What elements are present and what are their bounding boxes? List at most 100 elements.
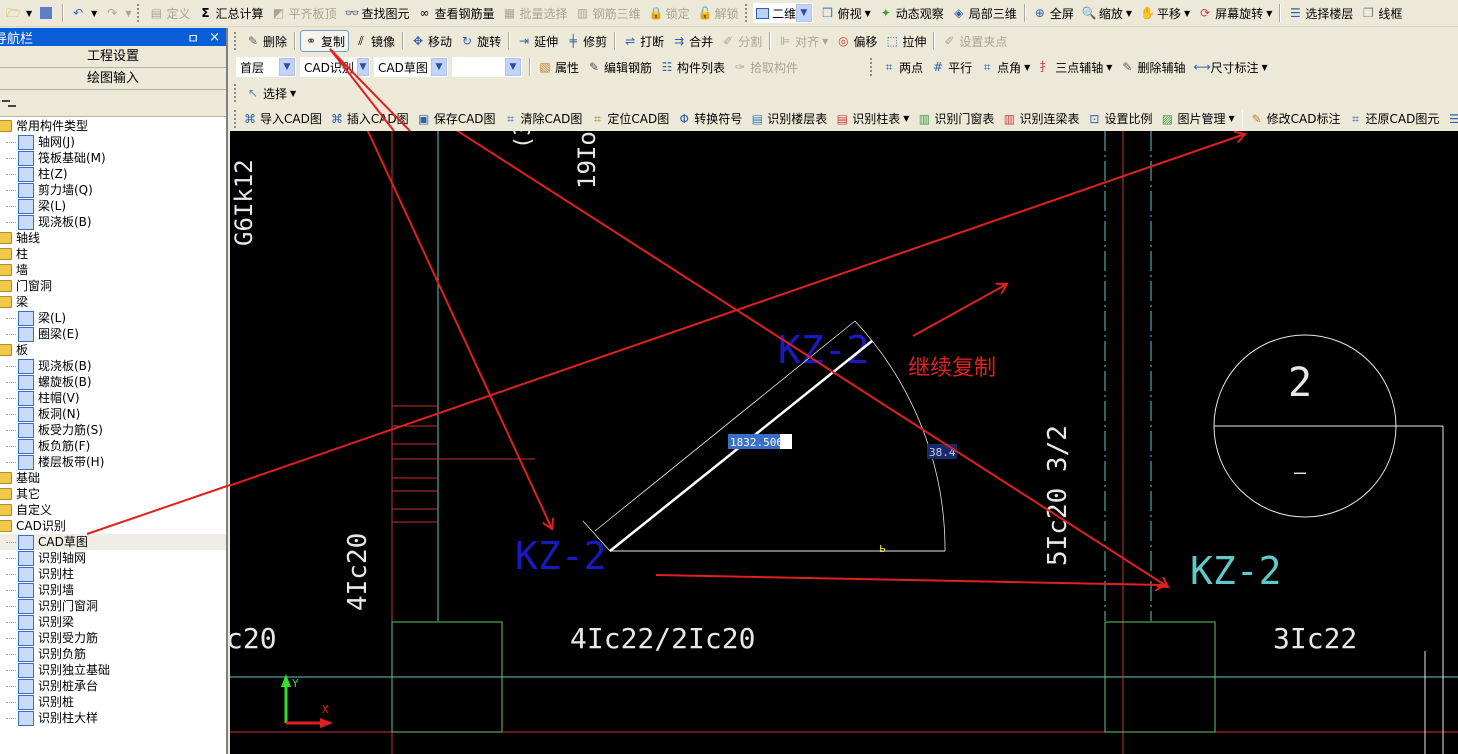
locate-cad-button[interactable]: ⌗ 定位CAD图 [587,109,672,129]
rotate-button[interactable]: ↻ 旋转 [457,31,504,51]
tree-item[interactable]: 柱(Z) [0,166,226,182]
type-select[interactable]: CAD草图 ▼ [374,57,448,77]
open-button[interactable]: 🗁 ▼ [3,3,35,23]
tree-item[interactable]: 识别桩 [0,694,226,710]
tree-folder[interactable]: 其它 [0,486,226,502]
tree-item[interactable]: 识别柱 [0,566,226,582]
tree-item[interactable]: 识别柱大样 [0,710,226,726]
tree-item[interactable]: 现浇板(B) [0,358,226,374]
tree-item[interactable]: 识别门窗洞 [0,598,226,614]
tree-item[interactable]: 轴网(J) [0,134,226,150]
identify-column-table-button[interactable]: ▤ 识别柱表 ▼ [832,109,912,129]
toolbar-grip[interactable] [870,58,875,76]
tree-folder[interactable]: CAD识别 [0,518,226,534]
tree-item[interactable]: 识别受力筋 [0,630,226,646]
component-select[interactable]: ▼ [452,57,522,77]
tree-item[interactable]: 识别梁 [0,614,226,630]
modify-cad-label-button[interactable]: ✎ 修改CAD标注 [1247,109,1344,129]
tree-item[interactable]: 筏板基础(M) [0,150,226,166]
select-button[interactable]: ↖ 选择 ▼ [243,83,299,103]
tree-folder[interactable]: 自定义 [0,502,226,518]
top-view-button[interactable]: ❒ 俯视 ▼ [818,3,874,23]
identify-door-window-table-button[interactable]: ▥ 识别门窗表 [914,109,997,129]
edit-rebar-button[interactable]: ✎ 编辑钢筋 [584,57,655,77]
parallel-button[interactable]: # 平行 [928,57,975,77]
point-angle-button[interactable]: ⌗ 点角 ▼ [977,57,1033,77]
three-point-axis-button[interactable]: ⺘三点辅轴 ▼ [1035,57,1115,77]
define-button[interactable]: ▤ 定义 [146,3,193,23]
tree-item[interactable]: 识别桩承台 [0,678,226,694]
toolbar-grip[interactable] [234,32,239,50]
tree-item[interactable]: 现浇板(B) [0,214,226,230]
find-element-button[interactable]: 👓 查找图元 [342,3,413,23]
toolbar-grip[interactable] [234,109,236,128]
tree-item[interactable]: 识别轴网 [0,550,226,566]
delete-button[interactable]: ✎ 删除 [243,31,290,51]
tree-folder[interactable]: 常用构件类型 [0,118,226,134]
undo-button[interactable]: ↶ ▼ [68,3,100,23]
tree-item[interactable]: 识别墙 [0,582,226,598]
set-grip-button[interactable]: ✐ 设置夹点 [939,31,1010,51]
align-slab-top-button[interactable]: ◩ 平齐板顶 [269,3,340,23]
offset-button[interactable]: ◎ 偏移 [833,31,880,51]
save-button[interactable] [37,3,58,23]
align-button[interactable]: ⊫ 对齐 ▼ [775,31,831,51]
save-cad-button[interactable]: ▣ 保存CAD图 [414,109,499,129]
project-settings-button[interactable]: 工程设置 [0,46,226,68]
dimension-button[interactable]: ⟷ 尺寸标注 ▼ [1190,57,1270,77]
tree-item[interactable]: 圈梁(E) [0,326,226,342]
image-manage-button[interactable]: ▨ 图片管理 ▼ [1157,109,1237,129]
mirror-button[interactable]: ⫽ 镜像 [351,31,398,51]
unlock-button[interactable]: 🔓 解锁 [695,3,742,23]
two-points-button[interactable]: ⌗ 两点 [879,57,926,77]
rebar-3d-button[interactable]: ▥ 钢筋三维 [573,3,644,23]
category-select[interactable]: CAD识别 ▼ [300,57,370,77]
toolbar-grip[interactable] [234,84,239,102]
tree-item[interactable]: 梁(L) [0,310,226,326]
toolbar-grip[interactable] [137,4,142,22]
move-button[interactable]: ✥ 移动 [408,31,455,51]
tree-item[interactable]: 螺旋板(B) [0,374,226,390]
extend-button[interactable]: ⇥ 延伸 [514,31,561,51]
tree-folder[interactable]: 板 [0,342,226,358]
floor-select[interactable]: 首层 ▼ [236,57,296,77]
copy-button[interactable]: ⚭ 复制 [300,30,350,52]
tree-folder[interactable]: 梁 [0,294,226,310]
close-icon[interactable]: × [209,30,220,45]
component-list-button[interactable]: ☷ 构件列表 [657,57,728,77]
import-cad-button[interactable]: ⌘ 导入CAD图 [240,109,325,129]
tree-item[interactable]: 板负筋(F) [0,438,226,454]
tree-item[interactable]: 板受力筋(S) [0,422,226,438]
tree-item[interactable]: CAD草图 [0,534,226,550]
view-mode-select[interactable]: 二维 ▼ [752,3,813,23]
tree-folder[interactable]: 基础 [0,470,226,486]
trim-button[interactable]: ╪ 修剪 [563,31,610,51]
tree-item[interactable]: 剪力墙(Q) [0,182,226,198]
drawing-input-button[interactable]: 绘图输入 [0,68,226,90]
lock-button[interactable]: 🔒 锁定 [646,3,693,23]
layers-button[interactable]: ☰图层 [1444,109,1458,129]
batch-select-button[interactable]: ▦ 批量选择 [500,3,571,23]
toolbar-grip[interactable] [744,4,750,22]
view-rebar-qty-button[interactable]: ∞ 查看钢筋量 [415,3,498,23]
tree-item[interactable]: 识别独立基础 [0,662,226,678]
pan-button[interactable]: ✋ 平移 ▼ [1137,3,1193,23]
clear-cad-button[interactable]: ⌗ 清除CAD图 [501,109,586,129]
pin-icon[interactable]: ㅁ [187,28,199,47]
redo-button[interactable]: ↷ ▼ [102,3,134,23]
merge-button[interactable]: ⇉ 合并 [669,31,716,51]
tree-folder[interactable]: 门窗洞 [0,278,226,294]
identify-floor-table-button[interactable]: ▤ 识别楼层表 [747,109,830,129]
sum-calc-button[interactable]: Σ 汇总计算 [195,3,266,23]
collapse-all-icon[interactable] [2,100,10,102]
pick-component-button[interactable]: ✑ 拾取构件 [730,57,801,77]
restore-cad-button[interactable]: ⌗ 还原CAD图元 [1345,109,1442,129]
wireframe-button[interactable]: ❐ 线框 [1358,3,1405,23]
tree-item[interactable]: 板洞(N) [0,406,226,422]
break-button[interactable]: ⇌ 打断 [620,31,667,51]
convert-symbol-button[interactable]: Φ 转换符号 [674,109,745,129]
delete-axis-button[interactable]: ✎ 删除辅轴 [1117,57,1188,77]
cad-canvas[interactable]: 2 — G6Ik12 19Io (3 4Ic20 5Ic20 3/2 c20 4… [230,131,1458,754]
stretch-button[interactable]: ⬚ 拉伸 [882,31,929,51]
tree-item[interactable]: 梁(L) [0,198,226,214]
